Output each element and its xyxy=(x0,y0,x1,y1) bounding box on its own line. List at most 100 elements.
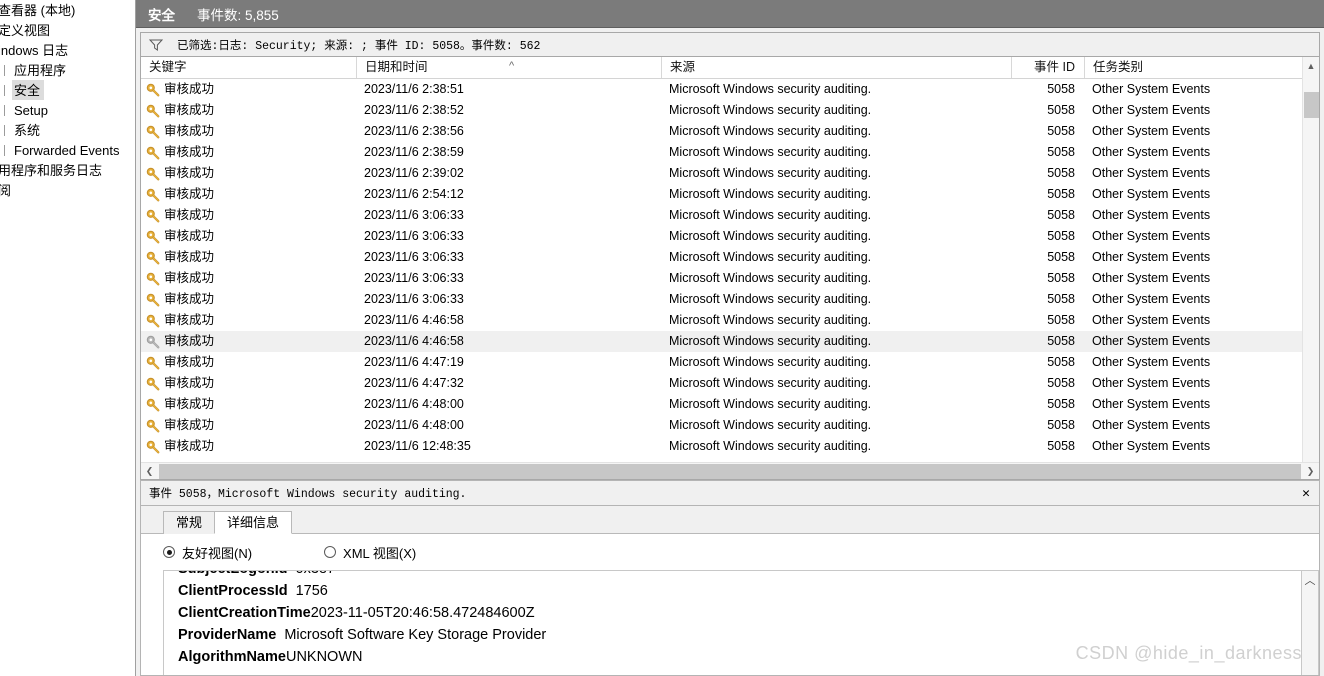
sidebar-item-2[interactable]: indows 日志 xyxy=(0,40,135,60)
scroll-up-icon[interactable]: ▲ xyxy=(1303,57,1319,74)
sidebar-scroll-track[interactable] xyxy=(132,0,135,676)
cell-task-category: Other System Events xyxy=(1092,103,1211,117)
horizontal-scroll-thumb[interactable] xyxy=(159,463,1301,479)
table-row[interactable]: 审核成功 2023/11/6 2:39:02 Microsoft Windows s… xyxy=(141,163,1302,184)
table-row[interactable]: 审核成功 2023/11/6 2:38:52 Microsoft Windows s… xyxy=(141,100,1302,121)
cell-keywords: 审核成功 xyxy=(141,310,356,331)
detail-field-value: UNKNOWN xyxy=(285,649,363,665)
cell-event-id: 5058 xyxy=(1047,208,1075,222)
cell-source: Microsoft Windows security auditing. xyxy=(669,250,872,264)
table-row[interactable]: 审核成功 2023/11/6 3:06:33 Microsoft Windows s… xyxy=(141,247,1302,268)
cell-source: Microsoft Windows security auditing. xyxy=(669,334,872,348)
event-list-horizontal-scrollbar[interactable]: ❮ ❯ xyxy=(141,462,1319,479)
tab-0[interactable]: 常规 xyxy=(163,511,216,534)
table-row[interactable]: 审核成功 2023/11/6 12:48:35 Microsoft Windows … xyxy=(141,436,1302,457)
cell-datetime: 2023/11/6 4:48:00 xyxy=(364,397,464,411)
detail-field-value: Microsoft Software Key Storage Provider xyxy=(284,627,547,643)
detail-field-list[interactable]: SubjectLogonId0x3e7ClientProcessId1756Cl… xyxy=(163,570,1302,675)
sidebar-item-7[interactable]: Forwarded Events xyxy=(4,140,135,160)
table-row[interactable]: 审核成功 2023/11/6 2:54:12 Microsoft Windows s… xyxy=(141,184,1302,205)
event-rows-container: 审核成功 2023/11/6 2:38:51 Microsoft Windows s… xyxy=(141,79,1302,462)
key-icon xyxy=(146,440,160,453)
tree-branch-line xyxy=(4,145,5,156)
cell-datetime: 2023/11/6 3:06:33 xyxy=(364,271,464,285)
cell-event-id: 5058 xyxy=(1047,250,1075,264)
cell-keywords: 审核成功 xyxy=(141,373,356,394)
keyword-label: 审核成功 xyxy=(164,439,215,453)
cell-source: Microsoft Windows security auditing. xyxy=(669,355,872,369)
radio-view-option-1[interactable]: XML 视图(X) xyxy=(324,543,416,562)
column-header-keywords[interactable]: 关键字 xyxy=(141,57,356,78)
sidebar-item-9[interactable]: 阅 xyxy=(0,180,135,200)
detail-field-row: ProviderName Microsoft Software Key Stora… xyxy=(164,627,1301,649)
table-row[interactable]: 审核成功 2023/11/6 4:48:00 Microsoft Windows s… xyxy=(141,394,1302,415)
filter-description: 已筛选:日志: Security; 来源: ; 事件 ID: 5058。事件数:… xyxy=(177,39,541,53)
cell-event-id: 5058 xyxy=(1047,187,1075,201)
radio-button-icon xyxy=(163,546,175,558)
key-icon xyxy=(146,293,160,306)
key-icon xyxy=(146,335,160,348)
detail-vertical-scrollbar[interactable]: ︿ xyxy=(1302,570,1319,675)
table-row[interactable]: 审核成功 2023/11/6 2:38:56 Microsoft Windows s… xyxy=(141,121,1302,142)
cell-task-category: Other System Events xyxy=(1092,145,1211,159)
cell-event-id: 5058 xyxy=(1047,313,1075,327)
sidebar-item-1[interactable]: 定义视图 xyxy=(0,20,135,40)
table-row[interactable]: 审核成功 2023/11/6 3:06:33 Microsoft Windows s… xyxy=(141,268,1302,289)
keyword-label: 审核成功 xyxy=(164,103,215,117)
column-header-event-id[interactable]: 事件 ID xyxy=(1011,57,1084,78)
cell-source: Microsoft Windows security auditing. xyxy=(669,313,872,327)
table-row[interactable]: 审核成功 2023/11/6 2:38:59 Microsoft Windows s… xyxy=(141,142,1302,163)
active-filter-bar[interactable]: 已筛选:日志: Security; 来源: ; 事件 ID: 5058。事件数:… xyxy=(140,32,1320,57)
cell-keywords: 审核成功 xyxy=(141,79,356,100)
event-list-vertical-scrollbar[interactable]: ▲ xyxy=(1302,57,1319,462)
table-row[interactable]: 审核成功 2023/11/6 4:48:00 Microsoft Windows s… xyxy=(141,415,1302,436)
scroll-right-icon[interactable]: ❯ xyxy=(1302,463,1319,480)
cell-source: Microsoft Windows security auditing. xyxy=(669,166,872,180)
vertical-scroll-thumb[interactable] xyxy=(1304,92,1319,118)
close-icon[interactable]: ✕ xyxy=(1293,481,1319,505)
column-header-task-category[interactable]: 任务类别 xyxy=(1084,57,1302,78)
detail-body: 常规详细信息 友好视图(N) XML 视图(X) SubjectLogonId 0x… xyxy=(140,506,1320,676)
event-count-label: 事件数: 5,855 xyxy=(197,7,279,23)
cell-event-id: 5058 xyxy=(1047,418,1075,432)
keyword-label: 审核成功 xyxy=(164,292,215,306)
table-row[interactable]: 审核成功 2023/11/6 3:06:33 Microsoft Windows s… xyxy=(141,289,1302,310)
table-row[interactable]: 审核成功 2023/11/6 2:38:51 Microsoft Windows s… xyxy=(141,79,1302,100)
cell-datetime: 2023/11/6 4:46:58 xyxy=(364,334,464,348)
detail-scroll-up-icon[interactable]: ︿ xyxy=(1302,571,1318,588)
cell-datetime: 2023/11/6 3:06:33 xyxy=(364,292,464,306)
sidebar-item-label: 定义视图 xyxy=(0,23,51,38)
scroll-left-icon[interactable]: ❮ xyxy=(141,463,158,480)
table-row[interactable]: 审核成功 2023/11/6 4:47:32 Microsoft Windows s… xyxy=(141,373,1302,394)
tab-1[interactable]: 详细信息 xyxy=(214,511,293,534)
cell-source: Microsoft Windows security auditing. xyxy=(669,124,872,138)
radio-label: XML 视图(X) xyxy=(343,545,417,561)
table-row[interactable]: 审核成功 2023/11/6 4:47:19 Microsoft Windows s… xyxy=(141,352,1302,373)
cell-task-category: Other System Events xyxy=(1092,418,1211,432)
table-row[interactable]: 审核成功 2023/11/6 3:06:33 Microsoft Windows s… xyxy=(141,226,1302,247)
sidebar-item-0[interactable]: 查看器 (本地) xyxy=(0,0,135,20)
keyword-label: 审核成功 xyxy=(164,397,215,411)
detail-tabs: 常规 详细信息 xyxy=(141,506,1319,534)
table-row[interactable]: 审核成功 2023/11/6 4:46:58 Microsoft Windows s… xyxy=(141,331,1302,352)
table-row[interactable]: 审核成功 2023/11/6 4:46:58 Microsoft Windows s… xyxy=(141,310,1302,331)
cell-keywords: 审核成功 xyxy=(141,268,356,289)
sidebar-item-3[interactable]: 应用程序 xyxy=(4,60,135,80)
table-row[interactable]: 审核成功 2023/11/6 3:06:33 Microsoft Windows s… xyxy=(141,205,1302,226)
sidebar-item-label: 查看器 (本地) xyxy=(0,3,76,18)
keyword-label: 审核成功 xyxy=(164,82,215,96)
keyword-label: 审核成功 xyxy=(164,376,215,390)
radio-view-option-0[interactable]: 友好视图(N) xyxy=(163,543,252,562)
sidebar-item-8[interactable]: 用程序和服务日志 xyxy=(0,160,135,180)
sidebar-item-6[interactable]: 系统 xyxy=(4,120,135,140)
column-header-datetime[interactable]: 日期和时间 ^ xyxy=(356,57,661,78)
sidebar-item-4[interactable]: 安全 xyxy=(4,80,135,100)
key-icon xyxy=(146,146,160,159)
detail-field-key: ClientProcessId xyxy=(178,583,288,599)
keyword-label: 审核成功 xyxy=(164,208,215,222)
navigation-tree[interactable]: 查看器 (本地) 定义视图 indows 日志 应用程序 安全 Setup 系统 Forwar… xyxy=(0,0,136,676)
cell-task-category: Other System Events xyxy=(1092,292,1211,306)
column-header-source[interactable]: 来源 xyxy=(661,57,1011,78)
sidebar-item-5[interactable]: Setup xyxy=(4,100,135,120)
cell-keywords: 审核成功 xyxy=(141,331,356,352)
